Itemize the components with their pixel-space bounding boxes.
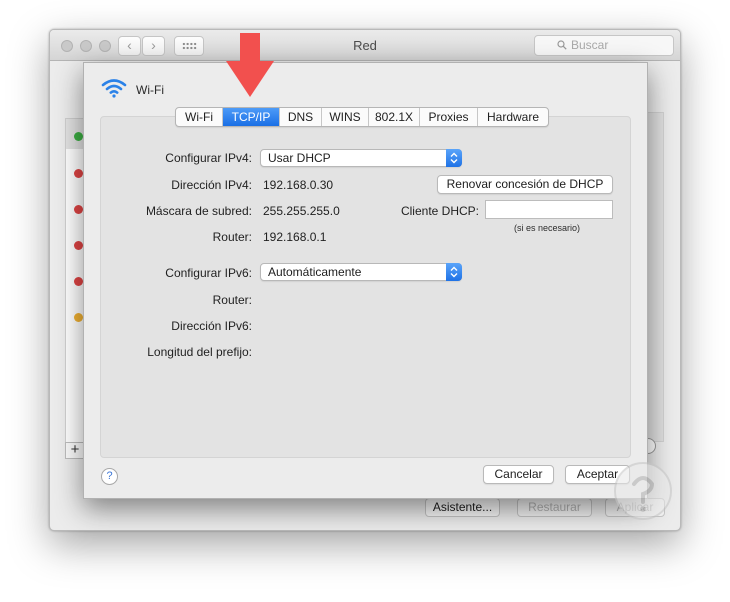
ipv6-address-label: Dirección IPv6: <box>171 319 252 333</box>
tab-8021x[interactable]: 802.1X <box>369 108 420 126</box>
watermark-logo-icon <box>614 462 672 520</box>
popup-stepper-icon <box>446 149 462 167</box>
wifi-icon <box>101 79 127 98</box>
tab-wins[interactable]: WINS <box>322 108 369 126</box>
ipv4-address-value: 192.168.0.30 <box>263 178 334 192</box>
status-dot-disconnected <box>74 169 83 178</box>
renew-dhcp-button[interactable]: Renovar concesión de DHCP <box>437 175 613 194</box>
configure-ipv4-popup[interactable]: Usar DHCP <box>260 149 462 167</box>
tab-content-panel <box>100 116 631 458</box>
help-button[interactable]: ? <box>101 468 118 485</box>
status-dot-inactive <box>74 313 83 322</box>
popup-stepper-icon <box>446 263 462 281</box>
configure-ipv6-value: Automáticamente <box>268 265 362 279</box>
restore-button[interactable]: Restaurar <box>517 498 592 517</box>
dhcp-client-label: Cliente DHCP: <box>400 204 479 218</box>
configure-ipv6-label: Configurar IPv6: <box>165 266 252 280</box>
ipv6-router-label: Router: <box>212 293 252 307</box>
tab-bar: Wi-Fi TCP/IP DNS WINS 802.1X Proxies Har… <box>175 107 549 127</box>
status-dot-disconnected <box>74 205 83 214</box>
dhcp-client-field[interactable] <box>485 200 613 219</box>
subnet-mask-label: Máscara de subred: <box>145 204 252 218</box>
configure-ipv6-popup[interactable]: Automáticamente <box>260 263 462 281</box>
tab-hardware[interactable]: Hardware <box>478 108 548 126</box>
subnet-mask-value: 255.255.255.0 <box>263 204 340 218</box>
search-icon <box>557 40 567 50</box>
configure-ipv4-label: Configurar IPv4: <box>165 151 252 165</box>
prefix-length-label: Longitud del prefijo: <box>147 345 252 359</box>
search-field[interactable]: Buscar <box>534 35 674 56</box>
tab-wifi[interactable]: Wi-Fi <box>176 108 223 126</box>
wifi-advanced-sheet: Wi-Fi Wi-Fi TCP/IP DNS WINS 802.1X Proxi… <box>83 62 648 499</box>
status-dot-disconnected <box>74 277 83 286</box>
ipv4-router-value: 192.168.0.1 <box>263 230 327 244</box>
cancel-button[interactable]: Cancelar <box>483 465 554 484</box>
ipv4-address-label: Dirección IPv4: <box>171 178 252 192</box>
ipv4-router-label: Router: <box>212 230 252 244</box>
tab-proxies[interactable]: Proxies <box>420 108 478 126</box>
window-titlebar: ‹ › Red Buscar <box>50 30 680 61</box>
status-dot-disconnected <box>74 241 83 250</box>
tab-tcpip[interactable]: TCP/IP <box>223 108 280 126</box>
status-dot-connected <box>74 132 83 141</box>
search-placeholder: Buscar <box>571 38 609 52</box>
tab-dns[interactable]: DNS <box>280 108 322 126</box>
add-service-button[interactable]: + <box>65 442 85 459</box>
assistant-button[interactable]: Asistente... <box>425 498 500 517</box>
dhcp-client-hint: (si es necesario) <box>514 223 581 233</box>
annotation-arrow-icon <box>226 33 274 97</box>
sheet-title: Wi-Fi <box>136 83 164 97</box>
configure-ipv4-value: Usar DHCP <box>268 151 331 165</box>
